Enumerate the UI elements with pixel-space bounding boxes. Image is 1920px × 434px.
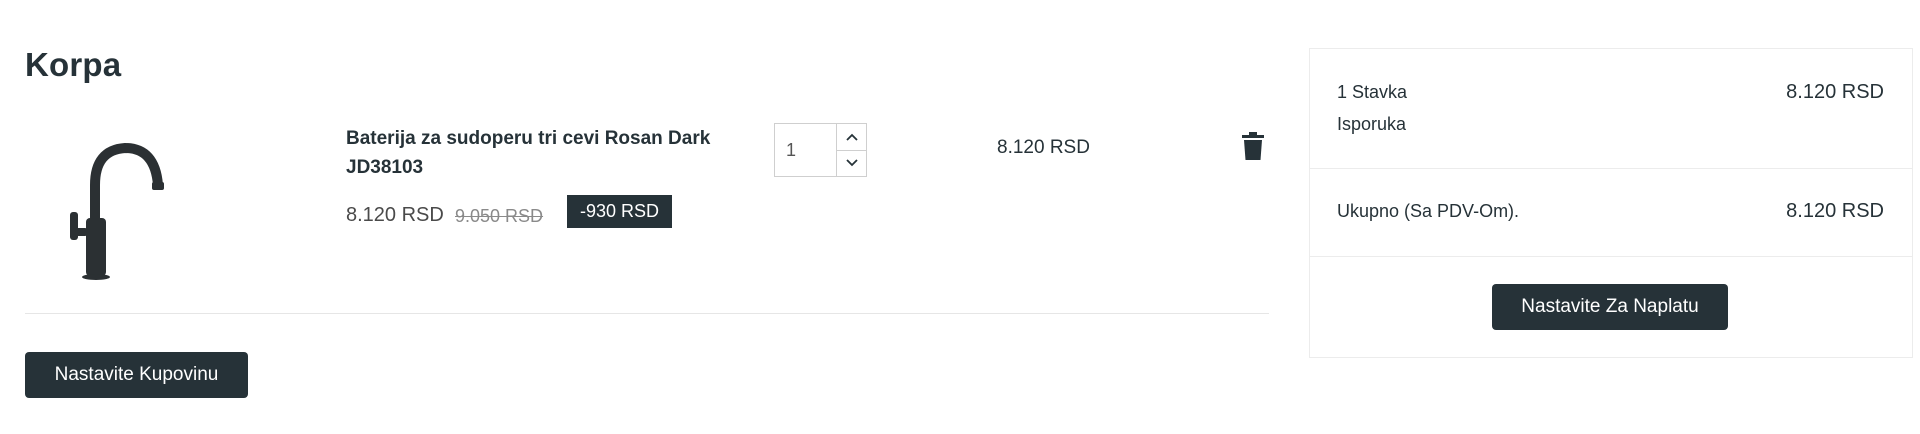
product-image[interactable] <box>30 130 190 280</box>
quantity-increase-button[interactable] <box>837 124 866 150</box>
chevron-up-icon <box>845 133 858 141</box>
quantity-controls <box>837 124 866 176</box>
quantity-decrease-button[interactable] <box>837 149 866 177</box>
items-count-label: 1 Stavka <box>1337 82 1408 102</box>
divider <box>25 313 1269 314</box>
trash-icon <box>1242 132 1264 160</box>
checkout-button[interactable]: Nastavite Za Naplatu <box>1492 284 1728 330</box>
total-value: 8.120 RSD <box>1786 200 1884 222</box>
summary-items-section: 1 Stavka Isporuka 8.120 RSD <box>1310 49 1912 169</box>
faucet-image <box>70 142 164 280</box>
line-total: 8.120 RSD <box>997 137 1090 158</box>
delete-item-button[interactable] <box>1242 132 1264 160</box>
shipping-label: Isporuka <box>1337 114 1407 134</box>
chevron-down-icon <box>845 159 858 167</box>
items-subtotal: 8.120 RSD <box>1786 81 1884 103</box>
continue-shopping-button[interactable]: Nastavite Kupovinu <box>25 352 248 398</box>
price-old: 9.050 RSD <box>455 206 544 226</box>
discount-badge: -930 RSD <box>567 195 673 228</box>
product-name[interactable]: Baterija za sudoperu tri cevi Rosan Dark… <box>346 124 746 182</box>
quantity-input[interactable]: 1 <box>775 124 837 176</box>
order-summary: 1 Stavka Isporuka 8.120 RSD Ukupno (Sa P… <box>1309 48 1913 358</box>
summary-total-section: Ukupno (Sa PDV-Om). 8.120 RSD <box>1310 169 1912 257</box>
quantity-stepper[interactable]: 1 <box>774 123 867 177</box>
page-title: Korpa <box>25 46 122 83</box>
price-current: 8.120 RSD <box>346 204 444 226</box>
total-label: Ukupno (Sa PDV-Om). <box>1337 201 1520 221</box>
